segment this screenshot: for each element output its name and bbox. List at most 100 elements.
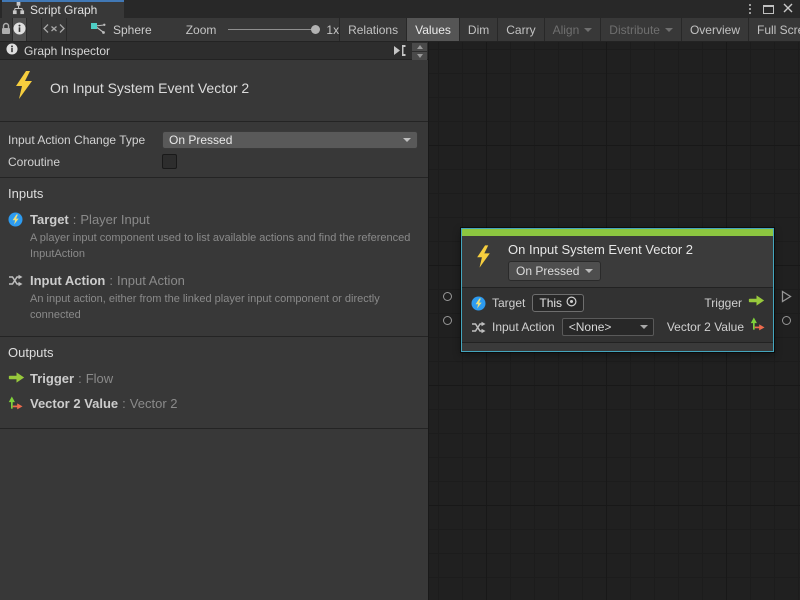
input-action-input-port[interactable] [443, 316, 452, 325]
carry-button[interactable]: Carry [497, 18, 543, 41]
inspector-toggle-button[interactable] [13, 18, 27, 41]
align-button[interactable]: Align [544, 18, 601, 41]
node-row-action-vector: Input Action <None> Vector 2 Value [470, 315, 765, 339]
port-type: Input Action [117, 273, 185, 288]
node-body: Target This Trigger [462, 288, 773, 342]
vector2-icon [750, 317, 765, 337]
port-name: Trigger [30, 371, 74, 386]
unit-title: On Input System Event Vector 2 [50, 80, 249, 96]
unity-visual-scripting-window: Script Graph [0, 0, 800, 600]
variables-toggle-button[interactable] [41, 18, 67, 41]
title-bar: Script Graph [0, 0, 800, 18]
flow-arrow-icon [8, 370, 25, 389]
chevron-down-icon [585, 269, 593, 273]
change-type-label: Input Action Change Type [8, 133, 162, 147]
zoom-label: Zoom [186, 23, 217, 37]
full-screen-button[interactable]: Full Screen [748, 18, 800, 41]
graph-breadcrumb[interactable]: Sphere [91, 18, 152, 41]
node-footer [462, 342, 773, 351]
trigger-port-label: Trigger [704, 296, 742, 310]
window-controls [746, 0, 800, 18]
node-title: On Input System Event Vector 2 [508, 241, 693, 257]
trigger-output-port[interactable] [781, 290, 792, 308]
scroll-up-button[interactable] [412, 43, 427, 51]
node-row-target-trigger: Target This Trigger [470, 291, 765, 315]
node-color-strip [462, 229, 773, 236]
vector2-icon [8, 395, 25, 416]
port-description: An input action, either from the linked … [30, 292, 414, 324]
inspector-header: Graph Inspector [0, 42, 428, 60]
chevron-down-icon [584, 28, 592, 32]
lightning-bolt-icon [474, 241, 493, 281]
lock-icon [0, 22, 12, 38]
script-graph-node-icon [91, 22, 106, 38]
chevron-down-icon [403, 138, 411, 142]
vector2-port-label: Vector 2 Value [667, 320, 744, 334]
input-action-icon [8, 272, 25, 324]
distribute-button[interactable]: Distribute [600, 18, 681, 41]
kebab-menu-icon[interactable] [746, 3, 754, 15]
input-action-dropdown[interactable]: <None> [562, 318, 654, 336]
outputs-section: Outputs Trigger:Flow [0, 337, 428, 429]
inspector-empty-area [0, 429, 428, 600]
target-input-port[interactable] [443, 292, 452, 301]
inputs-section: Inputs Target:Player Input A player inpu… [0, 178, 428, 337]
zoom-slider-thumb[interactable] [311, 25, 320, 34]
values-button[interactable]: Values [406, 18, 459, 41]
zoom-value: 1x [326, 23, 339, 37]
tab-script-graph[interactable]: Script Graph [2, 0, 124, 18]
info-icon [13, 22, 26, 38]
angle-x-icon [42, 23, 66, 37]
graph-toolbar: Sphere Zoom 1x Relations Values Dim Carr… [0, 18, 800, 42]
port-name: Input Action [30, 273, 105, 288]
zoom-slider[interactable] [228, 29, 316, 30]
tab-label: Script Graph [30, 3, 97, 17]
object-picker-icon[interactable] [566, 296, 577, 310]
input-action-port-label: Input Action [492, 320, 555, 334]
flow-arrow-icon [748, 294, 765, 312]
graph-canvas[interactable]: On Input System Event Vector 2 On Presse… [429, 42, 800, 600]
player-input-icon [8, 211, 25, 263]
list-item: Vector 2 Value:Vector 2 [8, 395, 414, 416]
port-name: Target [30, 212, 69, 227]
chevron-down-icon [640, 325, 648, 329]
graph-name: Sphere [113, 23, 152, 37]
input-action-icon [470, 320, 486, 335]
relations-button[interactable]: Relations [339, 18, 406, 41]
toolbar-toggles: Relations Values Dim Carry Align Distrib… [339, 18, 800, 41]
lightning-bolt-icon [12, 70, 36, 105]
target-object-field[interactable]: This [532, 294, 584, 312]
scroll-down-button[interactable] [412, 52, 427, 60]
change-type-dropdown[interactable]: On Pressed [162, 131, 418, 149]
outputs-heading: Outputs [8, 345, 414, 360]
port-name: Vector 2 Value [30, 396, 118, 411]
inputs-heading: Inputs [8, 186, 414, 201]
inspector-scroll-arrows [412, 43, 427, 60]
node-mode-dropdown[interactable]: On Pressed [508, 261, 601, 281]
inspector-title: Graph Inspector [24, 44, 110, 58]
unit-title-block: On Input System Event Vector 2 [0, 60, 428, 122]
list-item: Target:Player Input A player input compo… [8, 211, 414, 263]
lock-button[interactable] [0, 18, 13, 41]
player-input-icon [470, 296, 486, 311]
dim-button[interactable]: Dim [459, 18, 497, 41]
event-node[interactable]: On Input System Event Vector 2 On Presse… [461, 228, 774, 352]
zoom-control: Zoom 1x [186, 18, 339, 41]
maximize-icon[interactable] [763, 5, 774, 14]
dock-panel-icon[interactable] [393, 45, 406, 59]
overview-button[interactable]: Overview [681, 18, 748, 41]
port-type: Flow [86, 371, 113, 386]
graph-hierarchy-icon [12, 2, 25, 18]
vector2-output-port[interactable] [782, 316, 791, 325]
coroutine-checkbox[interactable] [162, 154, 177, 169]
chevron-down-icon [665, 28, 673, 32]
close-icon[interactable] [783, 0, 793, 18]
node-header[interactable]: On Input System Event Vector 2 On Presse… [462, 236, 773, 288]
list-item: Input Action:Input Action An input actio… [8, 272, 414, 324]
unit-settings: Input Action Change Type On Pressed Coro… [0, 122, 428, 178]
info-icon [6, 43, 18, 58]
port-type: Player Input [80, 212, 149, 227]
port-description: A player input component used to list av… [30, 231, 414, 263]
target-port-label: Target [492, 296, 525, 310]
coroutine-label: Coroutine [8, 155, 162, 169]
